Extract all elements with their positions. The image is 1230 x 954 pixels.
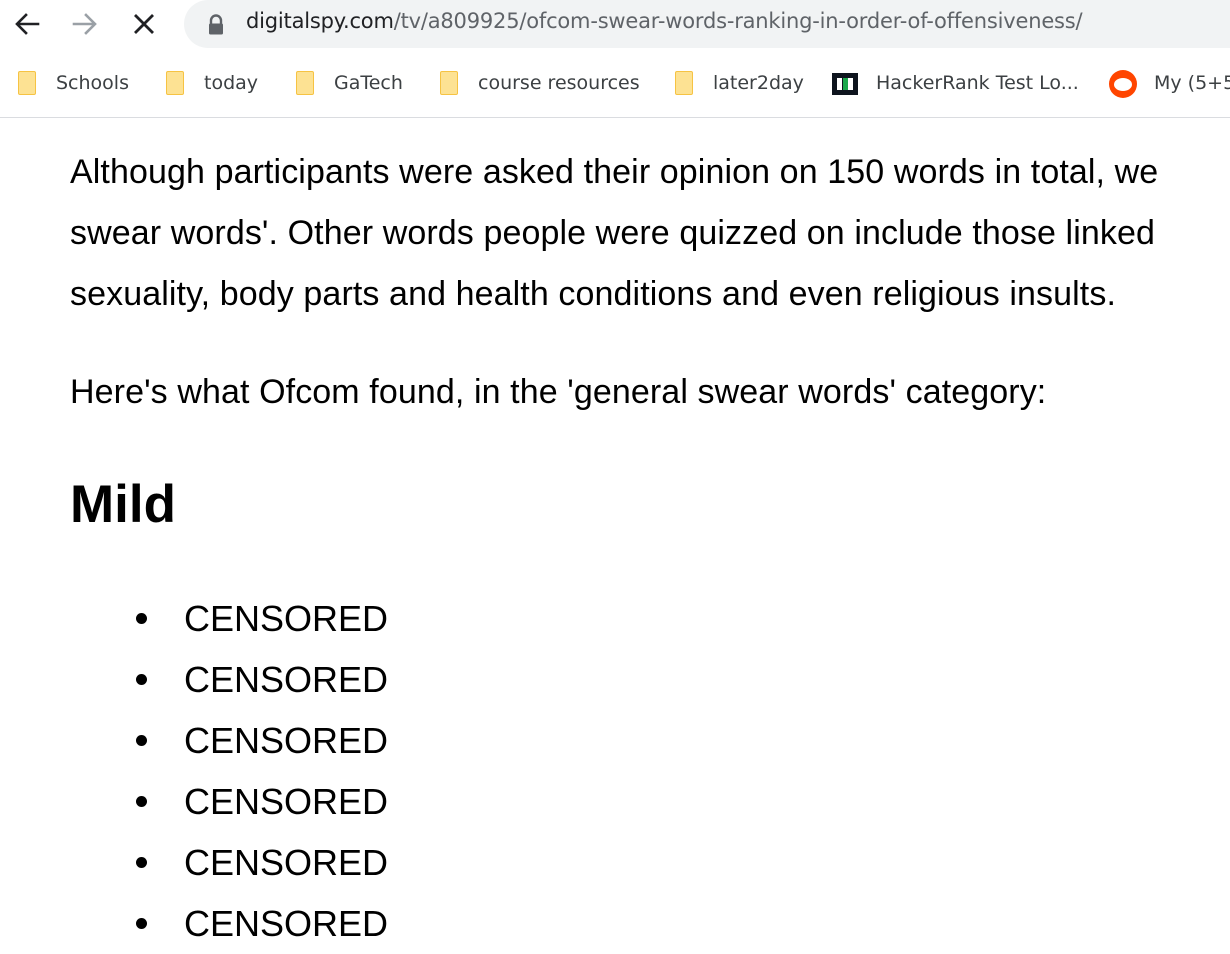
bullet-icon bbox=[136, 613, 147, 624]
url-host: digitalspy.com bbox=[246, 9, 394, 33]
bookmark-reddit[interactable]: My (5+5 bbox=[1109, 60, 1230, 106]
paragraph: Here's what Ofcom found, in the 'general… bbox=[70, 373, 1047, 411]
bookmark-label: GaTech bbox=[334, 72, 403, 94]
bookmark-label: today bbox=[204, 72, 259, 94]
list-item: CENSORED bbox=[70, 893, 388, 954]
forward-arrow-icon bbox=[72, 13, 97, 35]
folder-icon bbox=[438, 69, 462, 97]
url-path: /tv/a809925/ofcom-swear-words-ranking-in… bbox=[393, 9, 1083, 33]
word-list: CENSORED CENSORED CENSORED CENSORED CENS… bbox=[70, 588, 388, 954]
list-item-text: CENSORED bbox=[184, 720, 389, 761]
bullet-icon bbox=[136, 735, 147, 746]
list-item: CENSORED bbox=[70, 710, 388, 771]
list-item: CENSORED bbox=[70, 649, 388, 710]
bookmark-course-resources[interactable]: course resources bbox=[438, 60, 640, 106]
hackerrank-icon bbox=[832, 69, 860, 97]
bookmark-later2day[interactable]: later2day bbox=[673, 60, 804, 106]
folder-icon bbox=[16, 69, 40, 97]
list-item: CENSORED bbox=[70, 588, 388, 649]
back-arrow-icon bbox=[15, 13, 40, 35]
list-item-text: CENSORED bbox=[184, 781, 389, 822]
paragraph-line: Although participants were asked their o… bbox=[70, 153, 1159, 191]
list-item-text: CENSORED bbox=[184, 659, 389, 700]
bullet-icon bbox=[136, 674, 147, 685]
bookmark-hackerrank[interactable]: HackerRank Test Lo... bbox=[832, 60, 1079, 106]
lock-icon[interactable] bbox=[206, 14, 226, 36]
back-button[interactable] bbox=[9, 6, 45, 42]
bullet-icon bbox=[136, 796, 147, 807]
bookmark-label: later2day bbox=[713, 72, 804, 94]
list-item-text: CENSORED bbox=[184, 842, 389, 883]
folder-icon bbox=[673, 69, 697, 97]
bookmark-gatech[interactable]: GaTech bbox=[294, 60, 403, 106]
bullet-icon bbox=[136, 918, 147, 929]
reddit-icon bbox=[1109, 69, 1137, 98]
url-text[interactable]: digitalspy.com/tv/a809925/ofcom-swear-wo… bbox=[246, 9, 1083, 33]
bullet-icon bbox=[136, 857, 147, 868]
bookmark-label: HackerRank Test Lo... bbox=[876, 72, 1079, 94]
list-item-text: CENSORED bbox=[184, 903, 389, 944]
paragraph-line: swear words'. Other words people were qu… bbox=[70, 214, 1155, 252]
forward-button[interactable] bbox=[67, 6, 103, 42]
list-item-text: CENSORED bbox=[184, 598, 389, 639]
close-icon bbox=[134, 14, 154, 34]
bookmark-schools[interactable]: Schools bbox=[16, 60, 129, 106]
bookmark-label: My (5+5 bbox=[1154, 72, 1230, 94]
paragraph-line: sexuality, body parts and health conditi… bbox=[70, 275, 1116, 313]
folder-icon bbox=[164, 69, 188, 97]
bookmarks-bar: Schools today GaTech course resources la… bbox=[0, 60, 1230, 106]
bookmark-today[interactable]: today bbox=[164, 60, 258, 106]
list-item: CENSORED bbox=[70, 832, 388, 893]
bookmark-label: Schools bbox=[56, 72, 129, 94]
folder-icon bbox=[294, 69, 318, 97]
bookmark-label: course resources bbox=[478, 72, 640, 94]
browser-chrome: digitalspy.com/tv/a809925/ofcom-swear-wo… bbox=[0, 0, 1230, 118]
list-item: CENSORED bbox=[70, 771, 388, 832]
section-heading: Mild bbox=[70, 475, 176, 534]
stop-loading-button[interactable] bbox=[126, 6, 162, 42]
address-bar[interactable]: digitalspy.com/tv/a809925/ofcom-swear-wo… bbox=[184, 0, 1230, 48]
